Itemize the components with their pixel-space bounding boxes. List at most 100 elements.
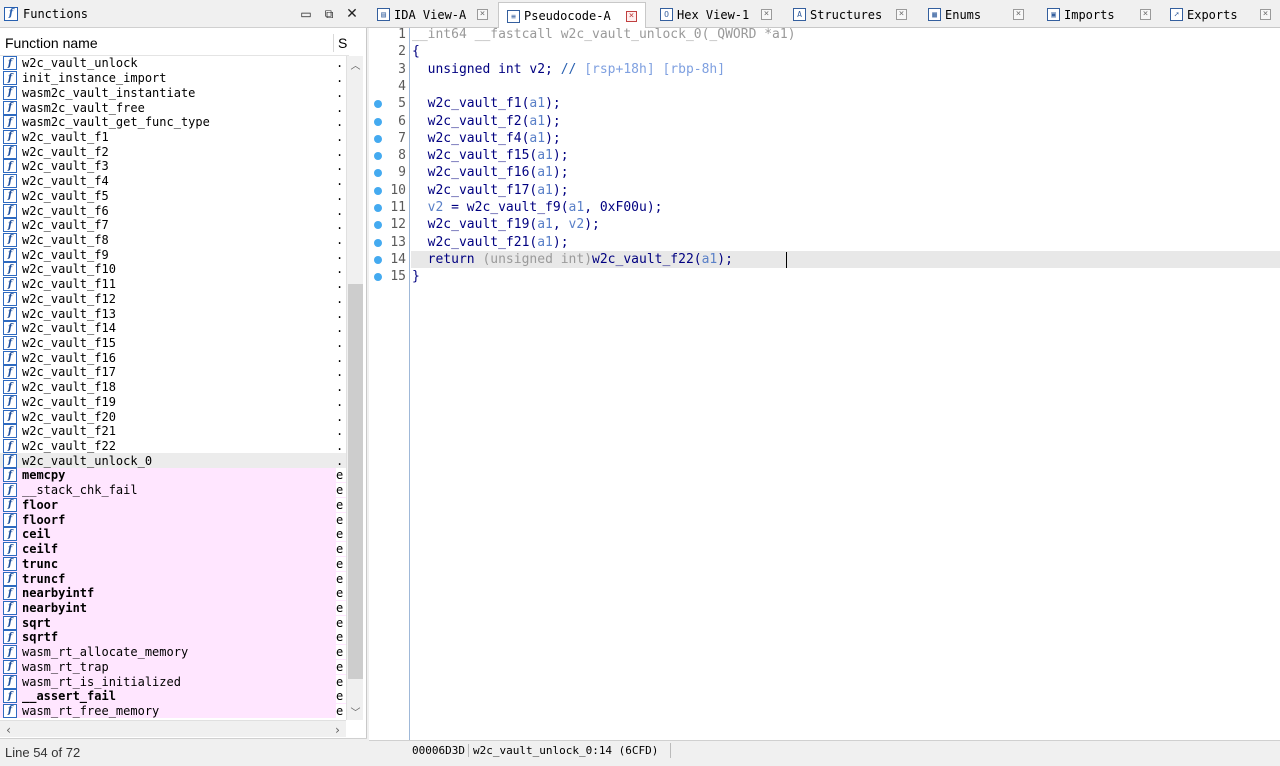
function-row[interactable]: f w2c_vault_f21. xyxy=(0,424,346,439)
function-row[interactable]: f wasm2c_vault_free. xyxy=(0,100,346,115)
breakpoint-dot-icon[interactable] xyxy=(374,134,382,143)
breakpoint-dot-icon[interactable] xyxy=(374,169,382,178)
function-row[interactable]: f sqrt e xyxy=(0,615,346,631)
breakpoint-dot-icon[interactable] xyxy=(374,255,382,264)
breakpoint-dot-icon[interactable] xyxy=(374,152,382,161)
functions-vertical-scrollbar[interactable]: ︿ ﹀ xyxy=(346,56,363,720)
function-row[interactable]: f wasm_rt_is_initialized e xyxy=(0,674,346,689)
function-row[interactable]: f w2c_vault_f7. xyxy=(0,218,346,233)
function-row[interactable]: f sqrtf e xyxy=(0,630,346,645)
tab-close-icon[interactable]: × xyxy=(1260,9,1271,20)
code-line[interactable]: w2c_vault_f21(a1); xyxy=(411,234,1280,251)
function-row[interactable]: f __stack_chk_fail e xyxy=(0,482,346,498)
pseudocode-status-bar: 00006D3D w2c_vault_unlock_0:14 (6CFD) xyxy=(369,740,1280,759)
function-row[interactable]: f w2c_vault_f8. xyxy=(0,232,346,248)
code-line[interactable]: return (unsigned int)w2c_vault_f22(a1); xyxy=(411,250,1280,269)
function-row[interactable]: f w2c_vault_f18. xyxy=(0,380,346,395)
function-row[interactable]: f w2c_vault_f10. xyxy=(0,262,346,277)
tab-structures[interactable]: A Structures × xyxy=(785,2,915,27)
tab-close-icon[interactable]: × xyxy=(626,10,637,22)
function-row[interactable]: f floorf e xyxy=(0,512,346,527)
tab-close-icon[interactable]: × xyxy=(1140,9,1151,20)
breakpoint-dot-icon[interactable] xyxy=(374,204,382,212)
code-line[interactable]: w2c_vault_f1(a1); xyxy=(411,95,1280,112)
code-line[interactable]: unsigned int v2; // [rsp+18h] [rbp-8h] xyxy=(411,61,1280,78)
function-row[interactable]: f memcpy e xyxy=(0,468,346,483)
tab-close-icon[interactable]: × xyxy=(761,9,772,20)
tab-exports[interactable]: ➚ Exports × xyxy=(1162,2,1279,27)
function-row[interactable]: f nearbyintf e xyxy=(0,585,346,601)
tab-close-icon[interactable]: × xyxy=(477,9,488,20)
code-line[interactable]: v2 = w2c_vault_f9(a1, 0xF00u); xyxy=(411,199,1280,216)
function-row[interactable]: f __assert_fail e xyxy=(0,688,346,704)
code-line[interactable]: w2c_vault_f2(a1); xyxy=(411,113,1280,130)
maximize-icon[interactable]: ▭ xyxy=(298,6,314,22)
function-row[interactable]: f w2c_vault_f1. xyxy=(0,129,346,145)
function-row[interactable]: f w2c_vault_f11. xyxy=(0,277,346,292)
function-row[interactable]: f w2c_vault_f5. xyxy=(0,188,346,203)
scroll-down-icon[interactable]: ﹀ xyxy=(347,703,364,720)
function-row[interactable]: f ceil e xyxy=(0,527,346,542)
scroll-left-icon[interactable]: ‹ xyxy=(0,721,17,738)
breakpoint-dot-icon[interactable] xyxy=(374,221,382,230)
code-line[interactable]: w2c_vault_f17(a1); xyxy=(411,182,1280,199)
function-row[interactable]: f ceilf e xyxy=(0,541,346,557)
tab-hex-view-1[interactable]: O Hex View-1 × xyxy=(652,2,780,27)
tab-ida-view-a[interactable]: ▤ IDA View-A × xyxy=(369,2,496,27)
function-row[interactable]: f trunc e xyxy=(0,556,346,572)
code-line[interactable]: } xyxy=(411,268,1280,285)
tab-close-icon[interactable]: × xyxy=(1013,9,1024,20)
functions-horizontal-scrollbar[interactable]: ‹ › xyxy=(0,720,346,737)
function-row[interactable]: f w2c_vault_f22. xyxy=(0,439,346,454)
function-row[interactable]: f w2c_vault_f16. xyxy=(0,350,346,365)
function-row[interactable]: f w2c_vault_f17. xyxy=(0,365,346,380)
function-row[interactable]: f w2c_vault_unlock_0. xyxy=(0,453,346,469)
function-row[interactable]: f w2c_vault_f19. xyxy=(0,394,346,410)
code-line[interactable]: w2c_vault_f19(a1, v2); xyxy=(411,216,1280,233)
tab-close-icon[interactable]: × xyxy=(896,9,907,20)
column-function-name[interactable]: Function name xyxy=(5,35,98,51)
code-line[interactable] xyxy=(411,78,1280,95)
tab-imports[interactable]: ▣ Imports × xyxy=(1039,2,1159,27)
tab-enums[interactable]: ▦ Enums × xyxy=(920,2,1032,27)
pseudocode-view[interactable]: 1 2 3 4 5 6 7 8 9 10 11 12 13 14 15 __int64 __fastcall… xyxy=(369,26,1280,740)
function-row[interactable]: f w2c_vault_f12. xyxy=(0,291,346,307)
breakpoint-dot-icon[interactable] xyxy=(374,273,382,282)
breakpoint-dot-icon[interactable] xyxy=(374,238,382,247)
code-line[interactable]: w2c_vault_f15(a1); xyxy=(411,147,1280,164)
function-row[interactable]: f wasm2c_vault_instantiate. xyxy=(0,85,346,100)
scroll-up-icon[interactable]: ︿ xyxy=(347,56,364,73)
tab-pseudocode-a[interactable]: ≡ Pseudocode-A × xyxy=(498,2,646,29)
scrollbar-thumb[interactable] xyxy=(348,284,363,679)
function-row[interactable]: f nearbyint e xyxy=(0,600,346,616)
breakpoint-dot-icon[interactable] xyxy=(374,186,382,195)
code-line[interactable]: w2c_vault_f16(a1); xyxy=(411,164,1280,181)
code-line[interactable]: w2c_vault_f4(a1); xyxy=(411,130,1280,147)
breakpoint-dot-icon[interactable] xyxy=(374,100,382,109)
function-row[interactable]: f w2c_vault_f20. xyxy=(0,409,346,424)
function-row[interactable]: f w2c_vault_f13. xyxy=(0,306,346,321)
function-row[interactable]: f w2c_vault_f6. xyxy=(0,203,346,218)
function-row[interactable]: f init_instance_import. xyxy=(0,71,346,86)
function-row[interactable]: f w2c_vault_unlock. xyxy=(0,56,346,71)
function-row[interactable]: f w2c_vault_f15. xyxy=(0,336,346,351)
close-icon[interactable]: ✕ xyxy=(344,6,360,22)
function-row[interactable]: f w2c_vault_f2. xyxy=(0,144,346,159)
breakpoint-dot-icon[interactable] xyxy=(374,117,382,126)
function-row[interactable]: f wasm_rt_allocate_memory e xyxy=(0,644,346,660)
column-segment[interactable]: S xyxy=(338,35,347,51)
function-row[interactable]: f w2c_vault_f9. xyxy=(0,247,346,262)
function-row[interactable]: f truncf e xyxy=(0,571,346,586)
code-line[interactable]: __int64 __fastcall w2c_vault_unlock_0(_Q… xyxy=(411,26,1280,43)
float-icon[interactable]: ⧉ xyxy=(321,6,337,22)
function-row[interactable]: f wasm_rt_free_memory e xyxy=(0,703,346,719)
code-line[interactable]: { xyxy=(411,43,1280,60)
function-row[interactable]: f wasm2c_vault_get_func_type. xyxy=(0,115,346,130)
function-row[interactable]: f wasm_rt_trap e xyxy=(0,659,346,675)
column-divider[interactable] xyxy=(333,34,334,52)
function-row[interactable]: f floor e xyxy=(0,497,346,513)
scroll-right-icon[interactable]: › xyxy=(329,721,346,738)
function-row[interactable]: f w2c_vault_f14. xyxy=(0,321,346,336)
function-row[interactable]: f w2c_vault_f4. xyxy=(0,174,346,189)
function-row[interactable]: f w2c_vault_f3. xyxy=(0,159,346,174)
